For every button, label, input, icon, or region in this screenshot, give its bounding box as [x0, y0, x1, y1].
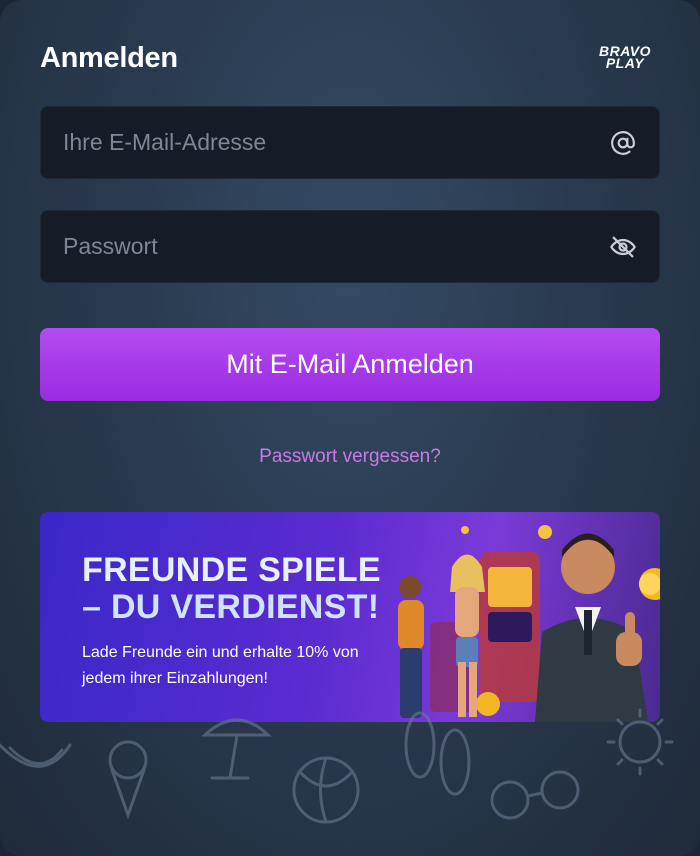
bravoplay-logo: BRAVO PLAY: [590, 44, 660, 73]
referral-promo-banner[interactable]: FREUNDE SPIELE – DU VERDIENST! Lade Freu…: [40, 512, 660, 722]
login-panel: Anmelden BRAVO PLAY Mit E-Mail Anmelden …: [0, 0, 700, 856]
password-field[interactable]: [40, 210, 660, 283]
summer-decor-pattern: [0, 708, 674, 824]
page-title: Anmelden: [40, 42, 178, 74]
banner-headline-line1: FREUNDE SPIELE: [82, 551, 381, 589]
banner-headline: FREUNDE SPIELE – DU VERDIENST!: [82, 552, 381, 626]
email-field[interactable]: [40, 106, 660, 179]
forgot-password-link[interactable]: Passwort vergessen?: [0, 446, 700, 468]
eye-off-icon[interactable]: [609, 233, 637, 261]
email-login-button[interactable]: Mit E-Mail Anmelden: [40, 328, 660, 401]
password-input[interactable]: [63, 233, 609, 260]
banner-headline-line2: – DU VERDIENST!: [82, 588, 380, 626]
banner-subtext: Lade Freunde ein und erhalte 10% von jed…: [82, 644, 359, 687]
banner-illustration: [398, 525, 660, 722]
email-input[interactable]: [63, 129, 609, 156]
at-icon: [609, 129, 637, 157]
